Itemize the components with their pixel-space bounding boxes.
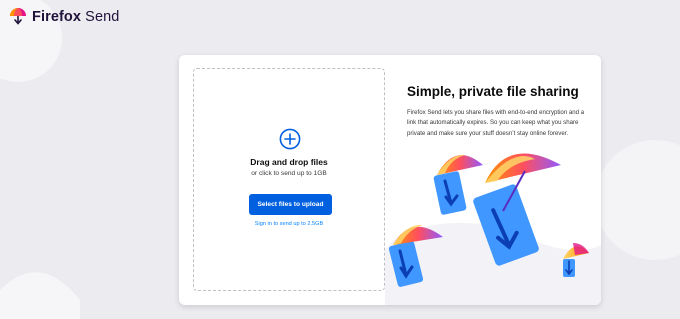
main-card: Drag and drop files or click to send up … (179, 55, 601, 305)
umbrella-files-illustration (385, 153, 601, 305)
file-dropzone[interactable]: Drag and drop files or click to send up … (193, 68, 385, 291)
page-title: Simple, private file sharing (407, 84, 579, 99)
dropzone-title: Drag and drop files (250, 157, 328, 167)
intro-description: Firefox Send lets you share files with e… (407, 109, 585, 137)
app-header: Firefox Send (8, 6, 119, 28)
sign-in-link[interactable]: Sign in to send up to 2.5GB (194, 221, 384, 227)
firefox-send-logo-icon[interactable] (8, 7, 28, 27)
brand-name[interactable]: Firefox Send (32, 9, 119, 25)
plus-circle-icon[interactable] (279, 128, 301, 150)
dropzone-subtitle: or click to send up to 1GB (251, 170, 327, 177)
select-files-button[interactable]: Select files to upload (249, 194, 332, 215)
